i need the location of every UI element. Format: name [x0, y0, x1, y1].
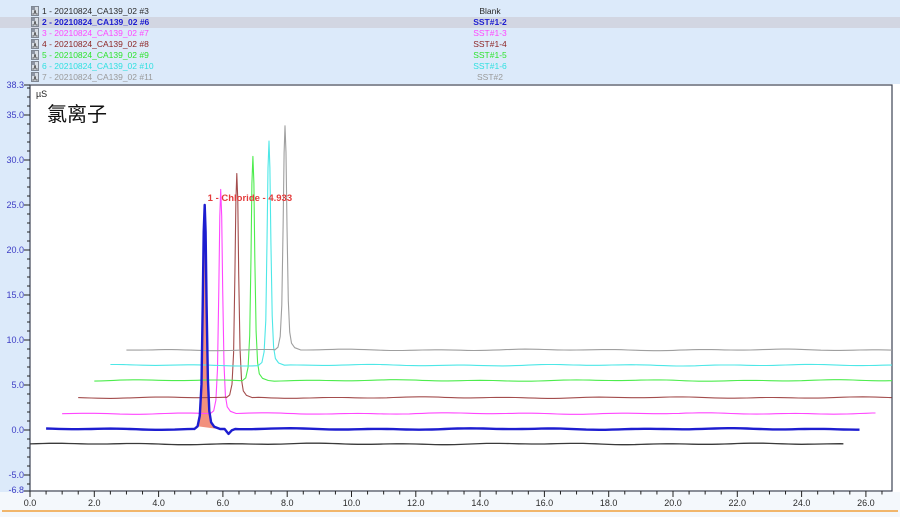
plot-title: 氯离子: [47, 103, 107, 126]
y-axis: 35.0 30.0 25.0 20.0 15.0 10.0 5.0 0.0 -5.0 38.3 -6…: [6, 80, 30, 495]
x-tick-label: 0.0: [24, 498, 37, 508]
y-tick-label: 10.0: [6, 335, 24, 345]
y-axis-min-label: -6.8: [8, 485, 24, 495]
x-tick-label: 6.0: [217, 498, 230, 508]
x-tick-label: 24.0: [793, 498, 811, 508]
y-tick-label: 25.0: [6, 200, 24, 210]
y-axis-unit-label: µS: [36, 89, 47, 99]
chromatogram-plot: 35.0 30.0 25.0 20.0 15.0 10.0 5.0 0.0 -5.0 38.3 -6…: [0, 0, 900, 517]
chromatography-overlay-window: { "legend": { "rows": [ {"label": "1 - 2…: [0, 0, 900, 517]
peak-label: 1 - Chloride - 4.933: [208, 193, 292, 204]
y-tick-label: 20.0: [6, 245, 24, 255]
x-tick-label: 8.0: [281, 498, 294, 508]
traces-layer: [30, 126, 893, 445]
x-tick-label: 26.0: [857, 498, 875, 508]
trace-injection-6[interactable]: [110, 141, 893, 366]
y-tick-label: 5.0: [11, 380, 24, 390]
x-tick-label: 18.0: [600, 498, 618, 508]
x-tick-label: 12.0: [407, 498, 425, 508]
trace-injection-5[interactable]: [94, 156, 893, 381]
trace-injection-2[interactable]: [46, 205, 859, 434]
y-tick-label: 30.0: [6, 155, 24, 165]
x-tick-label: 2.0: [88, 498, 101, 508]
y-tick-label: 0.0: [11, 425, 24, 435]
x-tick-label: 16.0: [536, 498, 554, 508]
x-tick-label: 22.0: [729, 498, 747, 508]
y-tick-label: -5.0: [8, 470, 24, 480]
x-axis: 0.0 2.0 4.0 6.0 8.0 10.0 12.0 14.0 16.0 18.0 20.0 2…: [24, 491, 882, 508]
x-tick-label: 20.0: [664, 498, 682, 508]
y-tick-label: 15.0: [6, 290, 24, 300]
y-tick-label: 35.0: [6, 110, 24, 120]
x-tick-label: 10.0: [343, 498, 361, 508]
x-tick-label: 14.0: [471, 498, 489, 508]
trace-injection-7[interactable]: [126, 126, 893, 351]
x-tick-label: 4.0: [152, 498, 165, 508]
y-axis-max-label: 38.3: [6, 80, 24, 90]
trace-injection-1[interactable]: [30, 443, 843, 445]
